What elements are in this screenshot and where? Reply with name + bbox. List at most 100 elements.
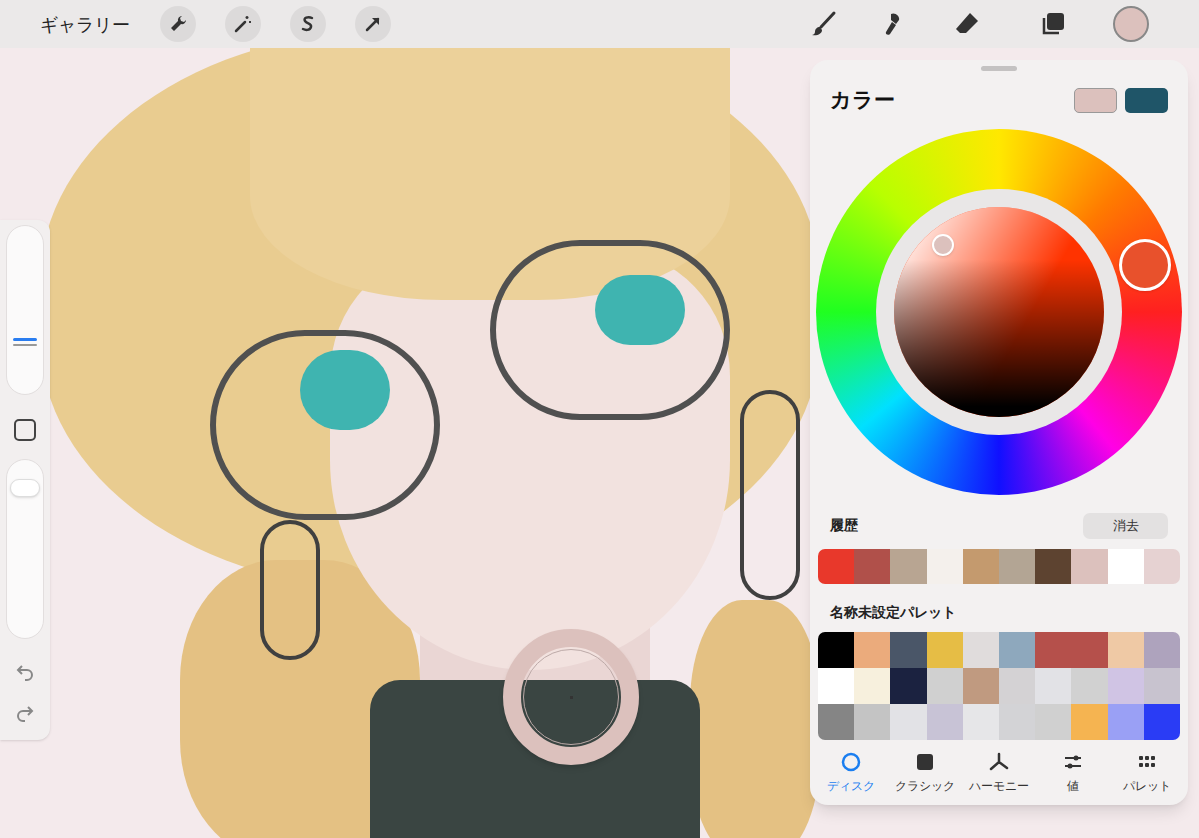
palette-swatch[interactable] [999, 668, 1035, 704]
palette-swatch[interactable] [1108, 668, 1144, 704]
palette-grid [818, 632, 1180, 740]
palette-swatch[interactable] [927, 668, 963, 704]
secondary-color-swatch[interactable] [1125, 88, 1168, 113]
clear-history-button[interactable]: 消去 [1083, 513, 1168, 539]
color-mode-tabs: ディスク クラシックハーモニー 値 パレット [810, 751, 1188, 795]
palette-swatch[interactable] [1035, 704, 1071, 740]
undo-icon[interactable] [13, 659, 37, 683]
left-sidebar [0, 220, 50, 740]
harmony-icon [988, 751, 1010, 773]
eye-left [300, 350, 390, 430]
size-slider-thumb[interactable] [13, 338, 37, 346]
sweater-shape [370, 680, 700, 838]
wrench-icon[interactable] [160, 6, 196, 42]
tab-label: クラシック [895, 777, 955, 795]
redo-icon[interactable] [13, 700, 37, 724]
history-swatch[interactable] [1144, 549, 1180, 584]
palette-swatch[interactable] [999, 632, 1035, 668]
history-swatch[interactable] [1035, 549, 1071, 584]
eraser-icon[interactable] [949, 6, 985, 42]
glasses-right [490, 240, 730, 420]
mode-tab[interactable]: クラシック [893, 751, 957, 795]
earring-right [740, 390, 800, 600]
modify-square-button[interactable] [14, 419, 36, 441]
smudge-icon[interactable] [877, 6, 913, 42]
palette-swatch[interactable] [818, 632, 854, 668]
opacity-slider-thumb[interactable] [10, 479, 40, 497]
eyedropper-loupe[interactable] [503, 629, 639, 765]
palette-swatch[interactable] [854, 668, 890, 704]
gallery-button[interactable]: ギャラリー [40, 11, 130, 38]
tab-label: 値 [1067, 777, 1079, 795]
tab-label: ハーモニー [969, 777, 1029, 795]
palette-swatch[interactable] [890, 704, 926, 740]
brush-size-slider[interactable] [6, 225, 44, 395]
disc-icon [840, 751, 862, 773]
history-swatch[interactable] [963, 549, 999, 584]
current-color-button[interactable] [1113, 6, 1149, 42]
layers-icon[interactable] [1035, 6, 1071, 42]
primary-color-swatch[interactable] [1074, 88, 1117, 113]
history-swatch[interactable] [1071, 549, 1107, 584]
earring-left [260, 520, 320, 660]
panel-grabber[interactable] [981, 66, 1017, 71]
color-panel: カラー 履歴 消去 名称未設定パレット ディスク クラシックハーモニー 値 パレット [810, 60, 1188, 805]
palette-swatch[interactable] [999, 704, 1035, 740]
history-label: 履歴 [830, 515, 858, 536]
palette-swatch[interactable] [1108, 704, 1144, 740]
glasses-left [210, 330, 440, 520]
magic-wand-icon[interactable] [225, 6, 261, 42]
mode-tab[interactable]: ディスク [819, 751, 883, 795]
history-swatch[interactable] [1108, 549, 1144, 584]
palette-swatch[interactable] [1035, 632, 1071, 668]
palette-swatch[interactable] [890, 632, 926, 668]
tab-label: ディスク [827, 777, 875, 795]
opacity-slider[interactable] [6, 459, 44, 639]
palette-name: 名称未設定パレット [830, 604, 956, 620]
history-swatch[interactable] [890, 549, 926, 584]
tab-label: パレット [1123, 777, 1171, 795]
saturation-brightness-disc[interactable] [894, 207, 1104, 417]
palette-swatch[interactable] [1071, 668, 1107, 704]
bangs-shape [250, 40, 730, 300]
top-toolbar: ギャラリー [0, 0, 1199, 48]
palette-swatch[interactable] [1035, 668, 1071, 704]
selection-icon[interactable] [290, 6, 326, 42]
classic-square-icon [914, 751, 936, 773]
mode-tab[interactable]: パレット [1115, 751, 1179, 795]
transform-arrow-icon[interactable] [355, 6, 391, 42]
palette-swatch[interactable] [927, 704, 963, 740]
palette-swatch[interactable] [927, 632, 963, 668]
palette-swatch[interactable] [1108, 632, 1144, 668]
hue-marker[interactable] [1119, 239, 1171, 291]
palette-swatch[interactable] [1071, 632, 1107, 668]
history-swatch[interactable] [927, 549, 963, 584]
palette-swatch[interactable] [1144, 632, 1180, 668]
palette-swatch[interactable] [890, 668, 926, 704]
palette-swatch[interactable] [854, 704, 890, 740]
history-swatch[interactable] [854, 549, 890, 584]
palette-swatch[interactable] [963, 704, 999, 740]
palette-swatch[interactable] [963, 632, 999, 668]
palette-swatch[interactable] [963, 668, 999, 704]
mode-tab[interactable]: ハーモニー [967, 751, 1031, 795]
eye-right [595, 275, 685, 345]
hair-curl-right [690, 600, 820, 838]
palette-swatch[interactable] [854, 632, 890, 668]
history-swatch[interactable] [999, 549, 1035, 584]
mode-tab[interactable]: 値 [1041, 751, 1105, 795]
palette-swatch[interactable] [1071, 704, 1107, 740]
palette-swatch[interactable] [1144, 704, 1180, 740]
color-disc[interactable] [816, 129, 1182, 495]
crosshair-icon [570, 696, 573, 699]
history-swatch[interactable] [818, 549, 854, 584]
palette-swatch[interactable] [1144, 668, 1180, 704]
history-swatches [818, 549, 1180, 584]
panel-title: カラー [830, 85, 895, 115]
color-picker-marker[interactable] [932, 234, 954, 256]
palette-swatch[interactable] [818, 668, 854, 704]
value-sliders-icon [1062, 751, 1084, 773]
palette-swatch[interactable] [818, 704, 854, 740]
brush-icon[interactable] [805, 6, 841, 42]
palette-grid-icon [1136, 751, 1158, 773]
